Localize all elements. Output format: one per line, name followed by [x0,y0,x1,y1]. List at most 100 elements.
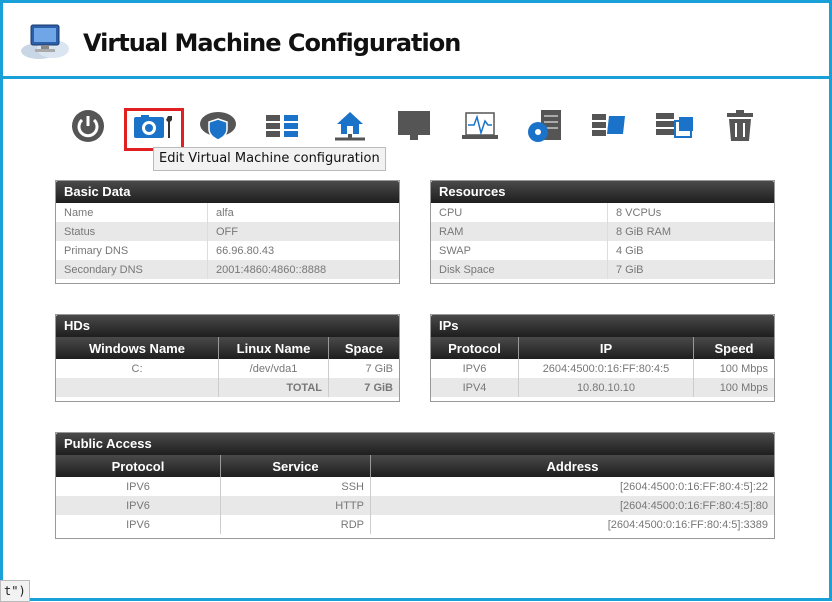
table-cell: IPV6 [56,515,221,534]
storage-button[interactable] [525,108,565,148]
column-header: Protocol [56,455,221,477]
table-cell: 7 GiB [365,362,393,375]
table-cell: 10.80.10.10 [518,378,694,397]
table-cell: 2604:4500:0:16:FF:80:4:5 [518,359,694,378]
console-button[interactable] [394,108,434,148]
delete-button[interactable] [720,108,760,148]
panel-title: Public Access [56,433,774,455]
table-cell: [2604:4500:0:16:FF:80:4:5]:22 [619,480,768,493]
table-row: IPV4 10.80.10.10 100 Mbps [431,378,774,397]
cloud-shield-icon [198,109,238,148]
basic-data-table: Name alfa Status OFF Primary DNS 66.96.80.4… [56,203,399,279]
snapshot-button[interactable] [655,108,695,148]
panel-title: Resources [431,181,774,203]
value-ram: 8 GiB RAM [607,222,774,241]
activity-graph-icon [461,111,499,146]
column-header: Service [220,455,371,477]
resources-table: CPU 8 VCPUs RAM 8 GiB RAM SWAP 4 GiB Disk S… [431,203,774,279]
app-window: Virtual Machine Configuration Edit Virtu… [0,0,832,602]
table-cell: IPV4 [431,378,519,397]
home-network-icon [333,109,367,148]
trash-icon [724,109,756,148]
public-access-panel: Public Access Protocol Service Address I… [55,432,775,539]
label-name: Name [56,203,208,222]
total-row: TOTAL 7 GiB [56,378,399,397]
column-header: Linux Name [218,337,329,359]
table-row: SWAP 4 GiB [431,241,774,260]
table-cell: C: [56,359,219,378]
table-row: Primary DNS 66.96.80.43 [56,241,399,260]
column-header: Address [370,455,774,477]
label-swap: SWAP [431,241,608,260]
table-row: Name alfa [56,203,399,222]
value-status: OFF [207,222,399,241]
monitor-icon [396,109,432,148]
server-transfer-icon [591,112,629,145]
disk-server-icon [527,109,563,148]
table-cell: RDP [220,515,371,534]
value-secondary-dns: 2001:4860:4860::8888 [207,260,399,279]
table-row: IPV6 RDP [2604:4500:0:16:FF:80:4:5]:3389 [56,515,774,534]
table-row: Secondary DNS 2001:4860:4860::8888 [56,260,399,279]
value-primary-dns: 66.96.80.43 [216,244,275,257]
table-cell: [2604:4500:0:16:FF:80:4:5]:80 [370,496,774,515]
table-row: Status OFF [56,222,399,241]
table-row: IPV6 SSH [2604:4500:0:16:FF:80:4:5]:22 [56,477,774,496]
column-header: Protocol [431,337,519,359]
panel-title: Basic Data [56,181,399,203]
value-cpu: 8 VCPUs [616,206,662,219]
table-row: C: /dev/vda1 7 GiB [56,359,399,378]
table-cell: 100 Mbps [719,362,768,375]
status-tooltip-fragment: t") [0,580,30,602]
action-toolbar [0,108,832,154]
table-row: IPV6 2604:4500:0:16:FF:80:4:5 100 Mbps [431,359,774,378]
total-label: TOTAL [218,378,329,397]
public-access-table: Protocol Service Address IPV6 SSH [2604:… [56,455,774,534]
servers-icon [265,113,299,144]
table-row: RAM 8 GiB RAM [431,222,774,241]
home-network-button[interactable] [330,108,370,148]
label-disk-space: Disk Space [431,260,608,279]
header-bar: Virtual Machine Configuration [0,0,832,80]
table-row: IPV6 HTTP [2604:4500:0:16:FF:80:4:5]:80 [56,496,774,515]
value-name: alfa [216,206,234,219]
cloud-computer-icon [17,21,75,66]
table-cell: [2604:4500:0:16:FF:80:4:5]:3389 [607,518,768,531]
panel-title: HDs [56,315,399,337]
hds-table: Windows Name Linux Name Space C: /dev/vd… [56,337,399,397]
camera-wrench-icon [133,114,175,145]
label-status: Status [56,222,208,241]
ips-table: Protocol IP Speed IPV6 2604:4500:0:16:FF… [431,337,774,397]
value-swap: 4 GiB [616,244,644,257]
table-row: CPU 8 VCPUs [431,203,774,222]
column-header: IP [518,337,694,359]
table-cell: /dev/vda1 [218,359,329,378]
label-ram: RAM [431,222,608,241]
table-cell: IPV6 [56,496,221,515]
total-value: 7 GiB [328,378,399,397]
column-header: Speed [693,337,774,359]
tooltip: Edit Virtual Machine configuration [153,147,386,171]
ips-panel: IPs Protocol IP Speed IPV6 2604:4500:0:1… [430,314,775,402]
hds-panel: HDs Windows Name Linux Name Space C: /de… [55,314,400,402]
label-primary-dns: Primary DNS [56,241,208,260]
server-copy-icon [655,111,695,146]
table-cell: IPV6 [56,477,221,496]
resources-panel: Resources CPU 8 VCPUs RAM 8 GiB RAM SWAP 4 … [430,180,775,284]
table-cell: 100 Mbps [693,378,774,397]
page-title: Virtual Machine Configuration [83,29,461,57]
monitoring-button[interactable] [460,108,500,148]
security-cloud-button[interactable] [198,108,238,148]
migrate-button[interactable] [590,108,630,148]
value-disk-space: 7 GiB [607,260,774,279]
label-secondary-dns: Secondary DNS [56,260,208,279]
table-row: Disk Space 7 GiB [431,260,774,279]
table-cell: IPV6 [431,359,519,378]
network-servers-button[interactable] [262,108,302,148]
table-cell: HTTP [220,496,371,515]
power-button[interactable] [68,108,108,148]
power-icon [71,109,105,148]
column-header: Space [328,337,399,359]
edit-configuration-button[interactable] [124,108,184,151]
panel-title: IPs [431,315,774,337]
